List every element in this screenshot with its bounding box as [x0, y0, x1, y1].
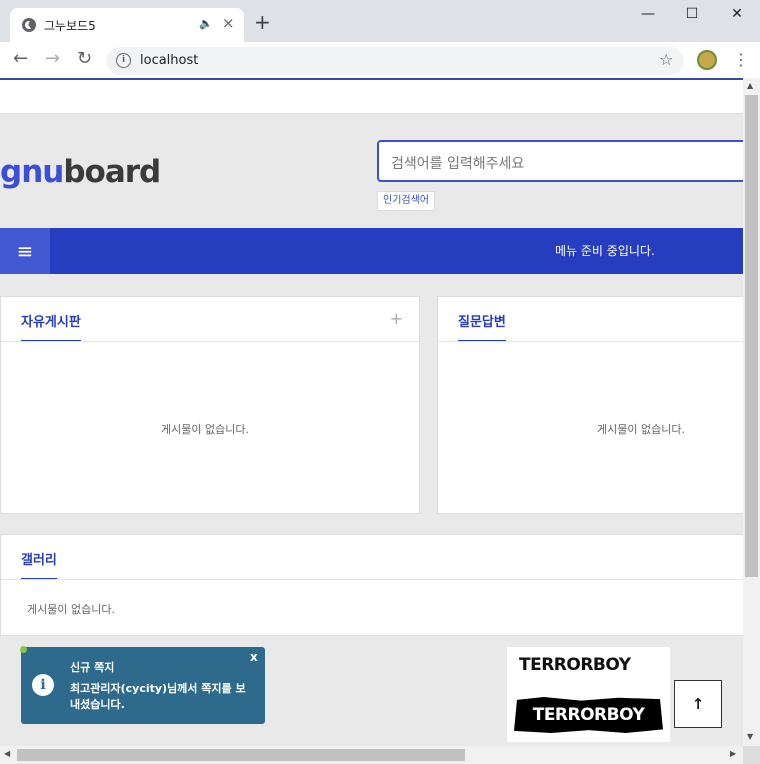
browser-tabstrip: 그누보드5 🔈 × + — ☐ ✕ — [0, 0, 760, 42]
maximize-button[interactable]: ☐ — [677, 6, 707, 22]
scroll-to-top-button[interactable]: ↑ — [674, 680, 722, 728]
message-toast[interactable]: i 신규 쪽지 최고관리자(cycity)님께서 쪽지를 보내셨습니다. x — [20, 646, 265, 724]
nav-notice: 메뉴 준비 중입니다. — [555, 244, 655, 258]
url-text[interactable]: localhost — [140, 53, 198, 68]
panel-gallery: 갤러리 게시물이 없습니다. — [0, 534, 743, 636]
site-logo[interactable]: gnuboard — [0, 154, 161, 190]
info-icon[interactable]: i — [116, 53, 131, 68]
status-dot — [20, 646, 27, 653]
vertical-scrollbar[interactable]: ▲ ▼ — [743, 78, 760, 746]
scroll-right-arrow-icon[interactable]: ▶ — [730, 749, 736, 758]
popular-search-button[interactable]: 인기검색어 — [377, 191, 435, 211]
browser-menu-button[interactable]: ⋮ — [733, 50, 749, 70]
speaker-icon[interactable]: 🔈 — [199, 17, 213, 30]
divider — [438, 341, 743, 342]
reload-button[interactable]: ↻ — [77, 49, 92, 69]
scroll-up-arrow-icon[interactable]: ▲ — [747, 81, 753, 90]
divider — [1, 579, 743, 580]
top-strip — [0, 80, 743, 114]
panel-qa-board: 질문답변 게시물이 없습니다. — [437, 296, 743, 514]
toast-message: 최고관리자(cycity)님께서 쪽지를 보내셨습니다. — [70, 682, 246, 711]
browser-toolbar: ← → ↻ i localhost ☆ ⋮ — [0, 42, 760, 78]
tab-title: 그누보드5 — [44, 19, 96, 33]
search-input[interactable]: 검색어를 입력해주세요 — [377, 140, 743, 182]
window-close-button[interactable]: ✕ — [722, 6, 752, 22]
page-viewport: gnuboard 검색어를 입력해주세요 인기검색어 ≡ 메뉴 준비 중입니다.… — [0, 78, 743, 746]
divider — [1, 341, 419, 342]
panel-free-board: 자유게시판 + 게시물이 없습니다. — [0, 296, 420, 514]
terrorboy-banner[interactable]: TERRORBOY TERRORBOY — [507, 647, 670, 742]
horizontal-scrollbar[interactable]: ◀ ▶ — [0, 746, 743, 764]
toast-title: 신규 쪽지 — [70, 661, 115, 674]
more-plus-icon[interactable]: + — [390, 309, 403, 328]
panel-title[interactable]: 질문답변 — [458, 311, 506, 342]
banner-logo-light: TERRORBOY — [519, 655, 631, 675]
scroll-down-arrow-icon[interactable]: ▼ — [747, 732, 753, 741]
info-icon: i — [32, 674, 54, 696]
globe-icon — [22, 18, 36, 32]
search-placeholder: 검색어를 입력해주세요 — [391, 156, 525, 172]
empty-message: 게시물이 없습니다. — [597, 423, 685, 436]
bookmark-star-icon[interactable]: ☆ — [659, 50, 673, 69]
back-button[interactable]: ← — [13, 49, 28, 69]
main-nav: ≡ 메뉴 준비 중입니다. — [0, 228, 743, 274]
scroll-left-arrow-icon[interactable]: ◀ — [4, 749, 10, 758]
forward-button[interactable]: → — [45, 49, 60, 69]
minimize-button[interactable]: — — [633, 6, 663, 22]
horizontal-scroll-thumb[interactable] — [17, 749, 465, 761]
empty-message: 게시물이 없습니다. — [27, 603, 115, 616]
banner-logo-dark: TERRORBOY — [514, 697, 663, 733]
empty-message: 게시물이 없습니다. — [161, 423, 249, 436]
new-tab-button[interactable]: + — [254, 12, 271, 32]
address-bar[interactable]: i localhost ☆ — [106, 47, 684, 75]
panel-title[interactable]: 갤러리 — [21, 549, 57, 580]
toast-close-button[interactable]: x — [250, 650, 258, 664]
panel-title[interactable]: 자유게시판 — [21, 311, 81, 342]
tab-close-button[interactable]: × — [222, 14, 235, 32]
browser-tab[interactable]: 그누보드5 🔈 × — [10, 8, 244, 42]
scrollbar-corner — [743, 746, 760, 764]
vertical-scroll-thumb[interactable] — [745, 95, 758, 577]
hamburger-menu-icon[interactable]: ≡ — [0, 228, 50, 274]
extension-icon[interactable] — [697, 50, 717, 70]
